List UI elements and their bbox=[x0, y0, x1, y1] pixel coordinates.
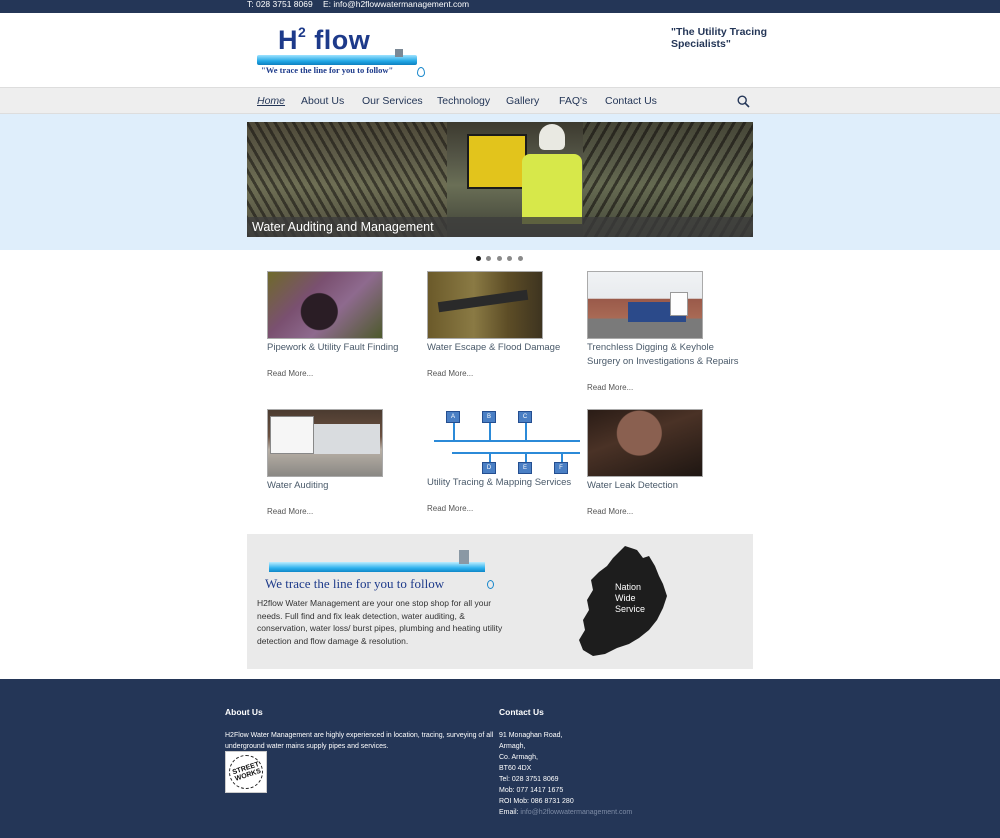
h2flow-logo[interactable]: H2 flow "We trace the line for you to fo… bbox=[255, 24, 427, 89]
tracing-stub bbox=[489, 422, 491, 442]
nav-about-us[interactable]: About Us bbox=[301, 95, 344, 107]
contact-address-line: 91 Monaghan Road, bbox=[499, 732, 563, 739]
service-title[interactable]: Utility Tracing & Mapping Services bbox=[427, 476, 587, 490]
service-title[interactable]: Pipework & Utility Fault Finding bbox=[267, 341, 427, 355]
slider-dot-5[interactable] bbox=[518, 256, 523, 261]
service-card-utility-tracing: Utility Tracing & Mapping Services Read … bbox=[427, 476, 587, 521]
house-icon: B bbox=[482, 411, 496, 423]
service-thumb[interactable] bbox=[587, 409, 703, 477]
promo-description: H2flow Water Management are your one sto… bbox=[257, 598, 503, 646]
slide-worker-vest bbox=[522, 154, 582, 224]
tracing-stub bbox=[453, 422, 455, 442]
nav-gallery[interactable]: Gallery bbox=[506, 95, 539, 107]
house-icon: F bbox=[554, 462, 568, 474]
main-navigation: Home About Us Our Services Technology Ga… bbox=[0, 87, 1000, 114]
top-email[interactable]: E: info@h2flowwatermanagement.com bbox=[323, 0, 469, 9]
service-card-fault-finding: Pipework & Utility Fault Finding Read Mo… bbox=[267, 271, 427, 381]
nav-faqs[interactable]: FAQ's bbox=[559, 95, 587, 107]
read-more-link[interactable]: Read More... bbox=[267, 507, 313, 516]
top-phone: T: 028 3751 8069 bbox=[247, 0, 313, 9]
read-more-link[interactable]: Read More... bbox=[587, 507, 633, 516]
contact-address-line: Co. Armagh, bbox=[499, 754, 538, 761]
service-title[interactable]: Trenchless Digging & Keyhole Surgery on … bbox=[587, 341, 747, 369]
contact-mobile: Mob: 077 1417 1675 bbox=[499, 787, 564, 794]
hero-slide[interactable]: Water Auditing and Management bbox=[247, 122, 753, 237]
service-card-trenchless: Trenchless Digging & Keyhole Surgery on … bbox=[587, 271, 752, 396]
map-label: Nation Wide Service bbox=[615, 582, 646, 614]
service-title[interactable]: Water Escape & Flood Damage bbox=[427, 341, 587, 355]
service-title[interactable]: Water Auditing bbox=[267, 479, 427, 493]
slide-caption-bar: Water Auditing and Management bbox=[247, 217, 753, 237]
house-icon: C bbox=[518, 411, 532, 423]
slider-dot-2[interactable] bbox=[486, 256, 491, 261]
read-more-link[interactable]: Read More... bbox=[267, 369, 313, 378]
read-more-link[interactable]: Read More... bbox=[427, 504, 473, 513]
service-card-leak-detection: Water Leak Detection Read More... bbox=[587, 409, 747, 519]
tracing-stub bbox=[525, 422, 527, 442]
contact-email-link[interactable]: info@h2flowwatermanagement.com bbox=[520, 809, 632, 816]
promo-tagline: We trace the line for you to follow bbox=[265, 576, 445, 591]
contact-email-line: Email: info@h2flowwatermanagement.com bbox=[499, 807, 632, 818]
service-card-flood-damage: Water Escape & Flood Damage Read More... bbox=[427, 271, 587, 381]
house-icon: A bbox=[446, 411, 460, 423]
read-more-link[interactable]: Read More... bbox=[427, 369, 473, 378]
promo-box: We trace the line for you to follow H2fl… bbox=[247, 534, 753, 669]
house-icon: E bbox=[518, 462, 532, 474]
footer-contact-heading: Contact Us bbox=[499, 707, 544, 717]
slider-dot-3[interactable] bbox=[497, 256, 502, 261]
search-icon[interactable] bbox=[737, 95, 750, 108]
service-thumb[interactable] bbox=[427, 271, 543, 339]
contact-postcode: BT60 4DX bbox=[499, 765, 532, 772]
promo-valve-graphic bbox=[459, 550, 469, 564]
nav-contact-us[interactable]: Contact Us bbox=[605, 95, 657, 107]
site-header: H2 flow "We trace the line for you to fo… bbox=[0, 13, 1000, 87]
service-card-water-auditing: Water Auditing Read More... bbox=[267, 409, 427, 519]
slider-dot-4[interactable] bbox=[507, 256, 512, 261]
logo-valve-graphic bbox=[395, 49, 403, 57]
read-more-link[interactable]: Read More... bbox=[587, 383, 633, 392]
house-icon: D bbox=[482, 462, 496, 474]
contact-address-line: Armagh, bbox=[499, 743, 526, 750]
nav-technology[interactable]: Technology bbox=[437, 95, 490, 107]
promo-droplet-icon bbox=[487, 580, 494, 589]
utility-tracing-diagram[interactable]: A B C D E F bbox=[434, 410, 584, 476]
street-works-badge: STREET WORKS bbox=[225, 751, 267, 793]
logo-pipe-graphic bbox=[257, 55, 417, 65]
logo-tagline: "We trace the line for you to follow" bbox=[261, 65, 394, 75]
slide-caption: Water Auditing and Management bbox=[252, 220, 434, 234]
service-thumb[interactable] bbox=[267, 409, 383, 477]
footer-about-heading: About Us bbox=[225, 707, 263, 717]
logo-droplet-icon bbox=[417, 67, 425, 77]
top-contact-bar: T: 028 3751 8069 E: info@h2flowwatermana… bbox=[0, 0, 1000, 13]
slide-worker-helmet bbox=[539, 124, 565, 150]
nav-home[interactable]: Home bbox=[257, 95, 285, 107]
tracing-main-line bbox=[434, 440, 580, 442]
service-thumb[interactable] bbox=[587, 271, 703, 339]
slide-detector-machine bbox=[467, 134, 527, 189]
contact-email-label: Email: bbox=[499, 809, 519, 816]
slider-dot-1[interactable] bbox=[476, 256, 481, 261]
promo-pipe-graphic bbox=[269, 562, 485, 572]
site-footer: About Us H2Flow Water Management are hig… bbox=[0, 679, 1000, 838]
footer-about-text: H2Flow Water Management are highly exper… bbox=[225, 732, 494, 750]
contact-roi-mobile: ROI Mob: 086 8731 280 bbox=[499, 798, 574, 805]
logo-brand-text: H2 flow bbox=[278, 24, 371, 55]
service-title[interactable]: Water Leak Detection bbox=[587, 479, 747, 493]
service-thumb[interactable] bbox=[267, 271, 383, 339]
nav-our-services[interactable]: Our Services bbox=[362, 95, 423, 107]
contact-tel: Tel: 028 3751 8069 bbox=[499, 776, 559, 783]
header-slogan: "The Utility Tracing Specialists" bbox=[671, 26, 767, 50]
